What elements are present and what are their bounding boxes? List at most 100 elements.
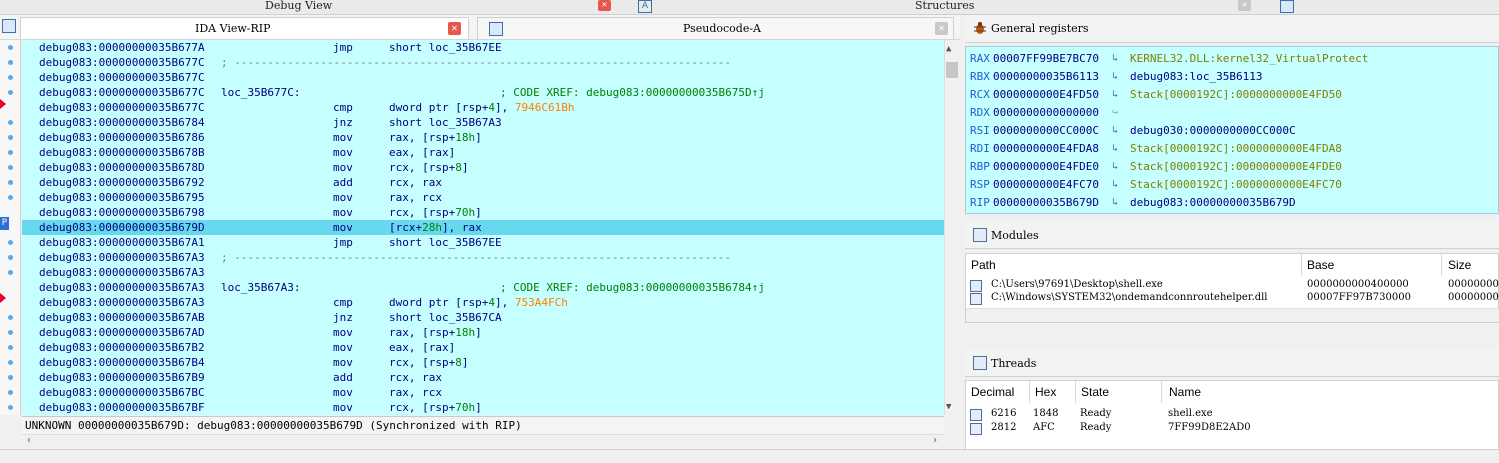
column-header-path[interactable]: Path [971, 258, 996, 272]
column-header-size[interactable]: Size [1448, 258, 1471, 272]
register-target[interactable]: debug083:00000000035B679D [1130, 194, 1296, 212]
table-row[interactable]: C:\Windows\SYSTEM32\ondemandconnroutehel… [966, 292, 1499, 305]
modules-table[interactable]: Path Base Size C:\Users\97691\Desktop\sh… [965, 253, 1499, 323]
disasm-line[interactable]: debug083:00000000035B67AB jnz short loc_35… [22, 310, 944, 325]
modules-panel-header[interactable]: Modules [965, 222, 1499, 249]
disasm-line[interactable]: debug083:00000000035B6786 mov rax, [rsp+18… [22, 130, 944, 145]
pointer-arrow-icon[interactable]: ↳ [1112, 162, 1121, 172]
structures-close-icon[interactable]: ✕ [1238, 0, 1251, 11]
register-row[interactable]: RSP 0000000000E4FC70 ↳ Stack[0000192C]:0000… [970, 176, 1490, 194]
debug-view-close-icon[interactable]: ✕ [598, 0, 611, 11]
pointer-arrow-icon[interactable]: ↳ [1112, 90, 1121, 100]
register-value[interactable]: 0000000000E4FDE0 [993, 158, 1099, 176]
register-target[interactable]: Stack[0000192C]:0000000000E4FC70 [1130, 176, 1342, 194]
scroll-right-icon[interactable]: › [932, 435, 938, 446]
register-target[interactable]: Stack[0000192C]:0000000000E4FDA8 [1130, 140, 1342, 158]
column-header-state[interactable]: State [1081, 385, 1109, 399]
register-row[interactable]: RDX 0000000000000000 ↪ [970, 104, 1490, 122]
register-value[interactable]: 0000000000000000 [993, 104, 1099, 122]
disasm-line[interactable]: debug083:00000000035B677A jmp short loc_35… [22, 40, 944, 55]
column-header-name[interactable]: Name [1169, 385, 1201, 399]
scroll-thumb[interactable] [946, 62, 958, 78]
column-divider[interactable] [1075, 381, 1076, 403]
register-target[interactable]: debug083:loc_35B6113 [1130, 68, 1262, 86]
disasm-line[interactable]: debug083:00000000035B678B mov eax, [rax] [22, 145, 944, 160]
scroll-up-icon[interactable]: ▲ [946, 44, 951, 54]
register-target[interactable]: Stack[0000192C]:0000000000E4FD50 [1130, 86, 1342, 104]
table-row[interactable]: 6216 1848 Ready shell.exe [966, 408, 1499, 421]
disasm-line[interactable]: debug083:00000000035B677C [22, 70, 944, 85]
modules-horizontal-scrollbar[interactable] [966, 308, 1499, 322]
disasm-line[interactable]: debug083:00000000035B67B9 add rcx, rax [22, 370, 944, 385]
disasm-line[interactable]: debug083:00000000035B6792 add rcx, rax [22, 175, 944, 190]
scroll-left-icon[interactable]: ‹ [26, 435, 32, 446]
register-row[interactable]: RSI 0000000000CC000C ↳ debug030:0000000000C… [970, 122, 1490, 140]
pointer-arrow-icon[interactable]: ↳ [1112, 126, 1121, 136]
pointer-arrow-icon[interactable]: ↳ [1112, 180, 1121, 190]
threads-panel-header[interactable]: Threads [965, 350, 1499, 377]
register-row[interactable]: RIP 00000000035B679D ↳ debug083:00000000035… [970, 194, 1490, 212]
disasm-line[interactable]: debug083:00000000035B6784 jnz short loc_35… [22, 115, 944, 130]
column-header-hex[interactable]: Hex [1035, 385, 1056, 399]
disasm-line[interactable]: debug083:00000000035B67A3 ; -------------… [22, 250, 944, 265]
pointer-arrow-icon[interactable]: ↳ [1112, 54, 1121, 64]
column-divider[interactable] [1441, 254, 1442, 276]
register-value[interactable]: 00007FF99BE7BC70 [993, 50, 1099, 68]
scroll-down-icon[interactable]: ▼ [946, 402, 951, 412]
tab-ida-view-rip[interactable]: IDA View-RIP ✕ [20, 17, 469, 39]
disasm-line[interactable]: debug083:00000000035B67BC mov rax, rcx [22, 385, 944, 400]
disasm-line[interactable]: debug083:00000000035B67A3 [22, 265, 944, 280]
hex-view-icon[interactable] [1280, 0, 1294, 13]
register-value[interactable]: 00000000035B679D [993, 194, 1099, 212]
register-value[interactable]: 0000000000E4FC70 [993, 176, 1099, 194]
table-row[interactable]: C:\Users\97691\Desktop\shell.exe 0000000… [966, 279, 1499, 292]
current-instruction-line[interactable]: debug083:00000000035B679D mov [rcx+28h], r… [22, 220, 944, 235]
disasm-line[interactable]: debug083:00000000035B67A3 loc_35B67A3: ; C… [22, 280, 944, 295]
disasm-line[interactable]: debug083:00000000035B67AD mov rax, [rsp+18… [22, 325, 944, 340]
table-row[interactable]: 2812 AFC Ready 7FF99D8E2AD0 [966, 422, 1499, 435]
register-target[interactable]: KERNEL32.DLL:kernel32_VirtualProtect [1130, 50, 1368, 68]
disassembly-listing[interactable]: debug083:00000000035B677A jmp short loc_35… [22, 40, 944, 415]
register-value[interactable]: 0000000000E4FDA8 [993, 140, 1099, 158]
pointer-arrow-icon[interactable]: ↳ [1112, 198, 1121, 208]
close-icon[interactable]: ✕ [935, 22, 948, 35]
register-row[interactable]: RCX 0000000000E4FD50 ↳ Stack[0000192C]:0000… [970, 86, 1490, 104]
pointer-arrow-icon[interactable]: ↳ [1112, 72, 1121, 82]
registers-list[interactable]: RAX 00007FF99BE7BC70 ↳ KERNEL32.DLL:kernel3… [965, 46, 1499, 214]
register-value[interactable]: 0000000000E4FD50 [993, 86, 1099, 104]
column-divider[interactable] [1029, 381, 1030, 403]
disasm-line[interactable]: debug083:00000000035B678D mov rcx, [rsp+8] [22, 160, 944, 175]
column-divider[interactable] [1301, 254, 1302, 276]
threads-table[interactable]: Decimal Hex State Name 6216 1848 Ready s… [965, 380, 1499, 450]
close-icon[interactable]: ✕ [448, 22, 461, 35]
pointer-arrow-icon[interactable]: ↪ [1112, 108, 1121, 118]
disasm-line[interactable]: debug083:00000000035B677C ; -------------… [22, 55, 944, 70]
register-value[interactable]: 00000000035B6113 [993, 68, 1099, 86]
disasm-line[interactable]: debug083:00000000035B67A3 cmp dword ptr [r… [22, 295, 944, 310]
register-row[interactable]: RAX 00007FF99BE7BC70 ↳ KERNEL32.DLL:kernel3… [970, 50, 1490, 68]
register-row[interactable]: RBP 0000000000E4FDE0 ↳ Stack[0000192C]:0000… [970, 158, 1490, 176]
separator-comment: ; --------------------------------------… [221, 56, 731, 69]
horizontal-scrollbar[interactable]: ‹ › [22, 434, 944, 450]
vertical-scrollbar[interactable] [944, 40, 961, 415]
tab-pseudocode-a[interactable]: Pseudocode-A ✕ [477, 17, 954, 39]
register-target[interactable]: debug030:0000000000CC000C [1130, 122, 1296, 140]
disasm-line[interactable]: debug083:00000000035B67BF mov rcx, [rsp+70… [22, 400, 944, 415]
pointer-arrow-icon[interactable]: ↳ [1112, 144, 1121, 154]
disasm-line[interactable]: debug083:00000000035B6795 mov rax, rcx [22, 190, 944, 205]
disasm-line[interactable]: debug083:00000000035B67B2 mov eax, [rax] [22, 340, 944, 355]
column-divider[interactable] [1161, 381, 1162, 403]
disasm-line[interactable]: debug083:00000000035B67A1 jmp short loc_35… [22, 235, 944, 250]
mnemonic: cmp [333, 296, 353, 309]
disasm-line[interactable]: debug083:00000000035B677C loc_35B677C: ; C… [22, 85, 944, 100]
register-target[interactable]: Stack[0000192C]:0000000000E4FDE0 [1130, 158, 1342, 176]
register-value[interactable]: 0000000000CC000C [993, 122, 1099, 140]
disasm-line[interactable]: debug083:00000000035B6798 mov rcx, [rsp+70… [22, 205, 944, 220]
disasm-line[interactable]: debug083:00000000035B677C cmp dword ptr [r… [22, 100, 944, 115]
column-header-decimal[interactable]: Decimal [971, 385, 1014, 399]
register-row[interactable]: RBX 00000000035B6113 ↳ debug083:loc_35B6113 [970, 68, 1490, 86]
register-row[interactable]: RDI 0000000000E4FDA8 ↳ Stack[0000192C]:0000… [970, 140, 1490, 158]
column-header-base[interactable]: Base [1307, 258, 1334, 272]
disasm-line[interactable]: debug083:00000000035B67B4 mov rcx, [rsp+8] [22, 355, 944, 370]
registers-panel-header[interactable]: General registers [965, 15, 1499, 43]
